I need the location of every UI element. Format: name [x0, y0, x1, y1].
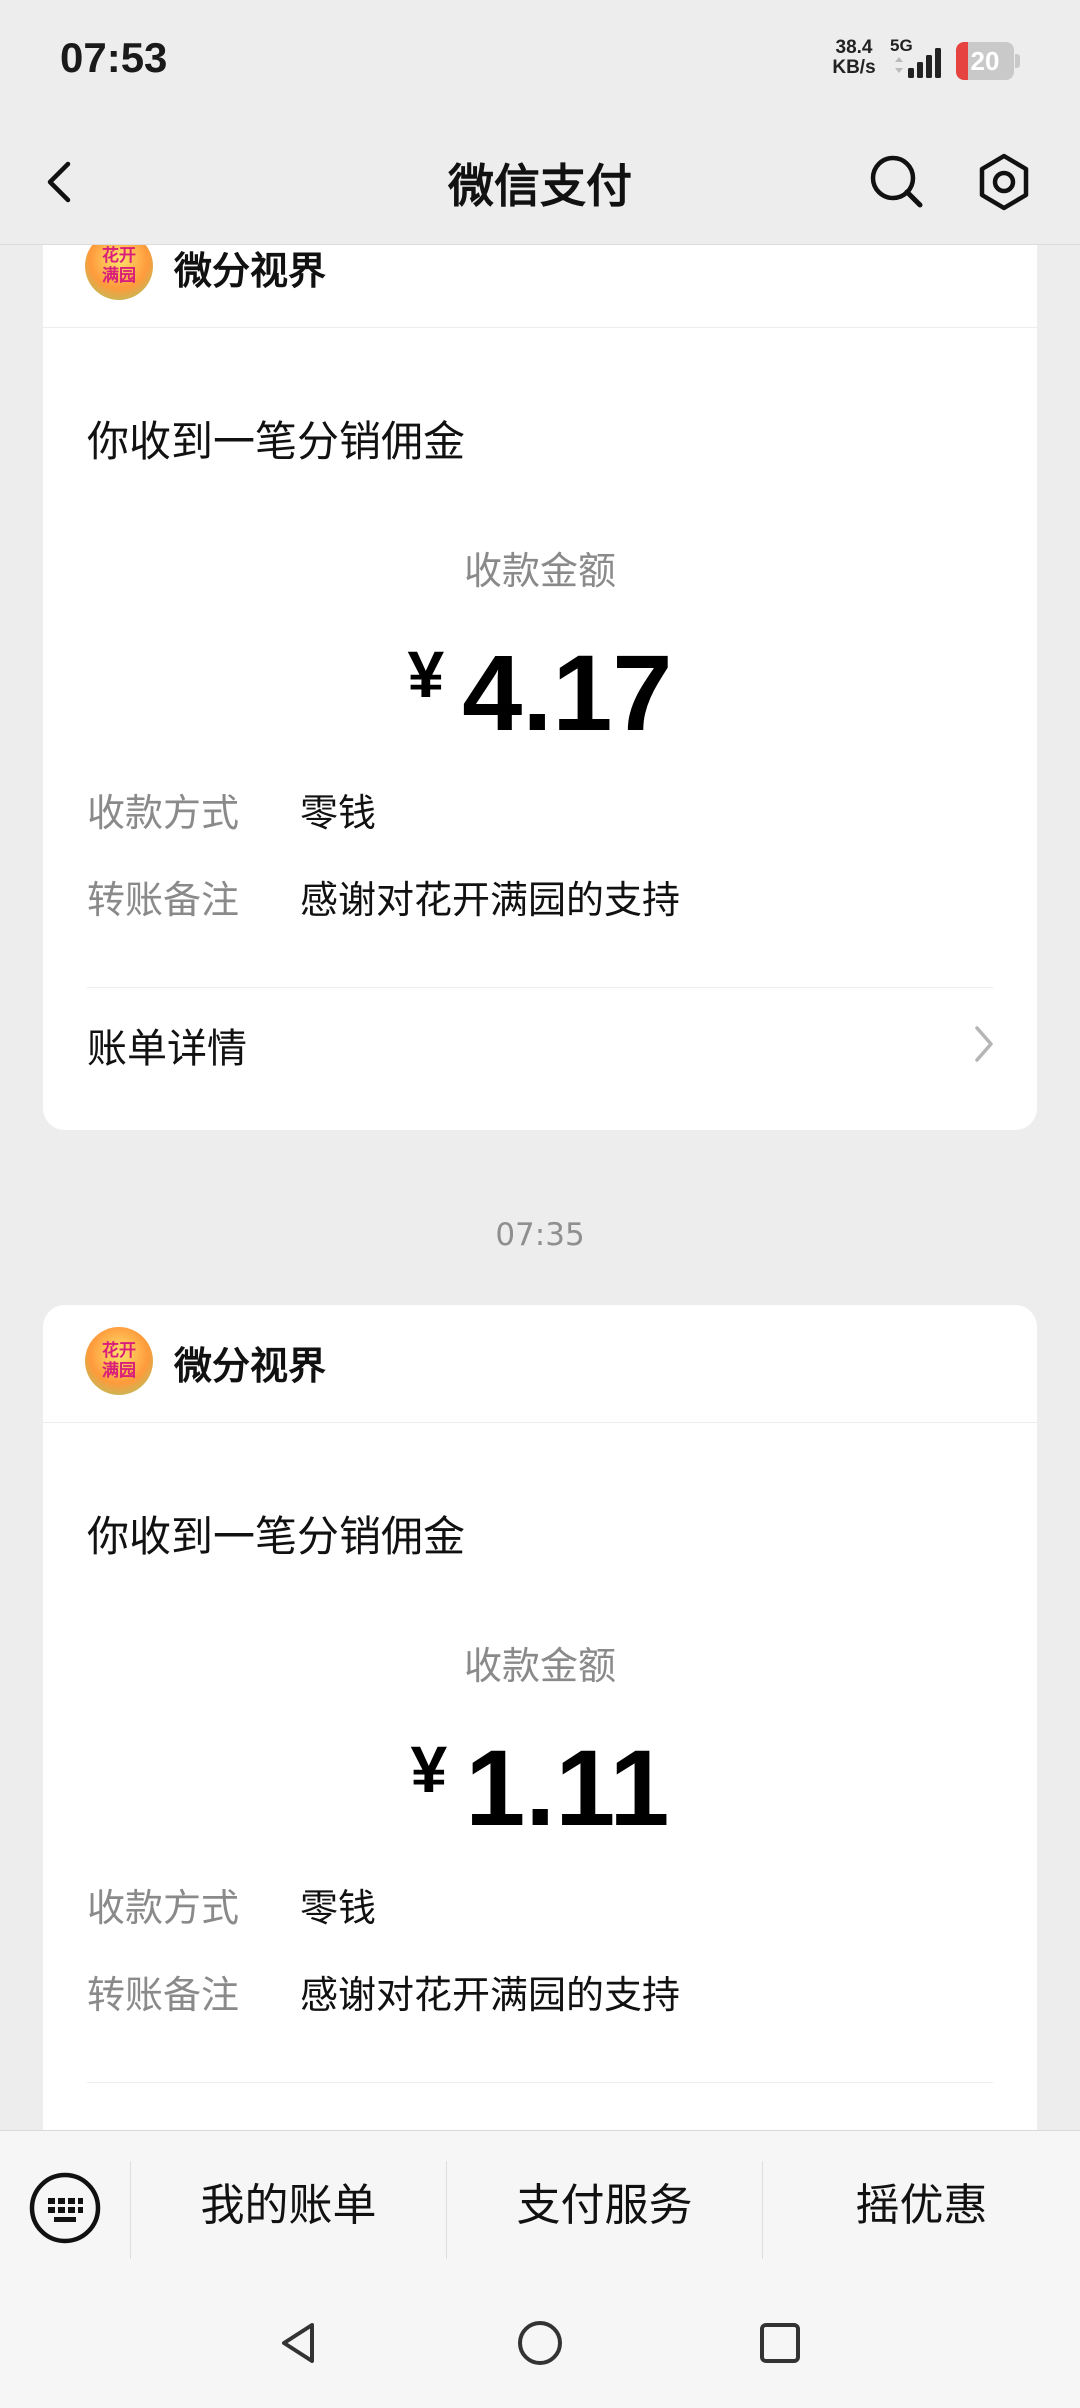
message-timestamp: 07:35	[495, 1217, 585, 1253]
remark-value: 感谢对花开满园的支持	[300, 878, 681, 922]
card-header[interactable]: 花开满园 微分视界	[43, 245, 1037, 328]
amount: ¥1.11	[43, 1725, 1037, 1850]
status-time: 07:53	[60, 34, 168, 81]
payment-method-label: 收款方式	[87, 1886, 240, 1930]
merchant-logo-text: 花开满园	[102, 246, 136, 286]
battery-icon: 20	[956, 42, 1020, 80]
payment-notification-card: 花开满园 微分视界 你收到一笔分销佣金 收款金额 ¥1.11 收款方式 零钱 转…	[43, 1305, 1037, 2130]
battery-level: 20	[970, 46, 1000, 76]
status-bar: 07:53 38.4 KB/s 5G 20	[0, 0, 1080, 120]
remark-label: 转账备注	[87, 1973, 240, 2017]
message-list[interactable]: 花开满园 微分视界 你收到一笔分销佣金 收款金额 ¥4.17 收款方式 零钱 转…	[0, 245, 1080, 2130]
payment-method-value: 零钱	[300, 1886, 377, 1930]
menu-item-shake-discounts[interactable]: 摇优惠	[763, 2131, 1080, 2281]
home-circle-icon[interactable]	[512, 2315, 568, 2371]
nav-bar: 微信支付	[0, 120, 1080, 245]
chevron-right-icon	[973, 1024, 995, 1064]
amount-value: 1.11	[465, 1727, 670, 1848]
merchant-name: 微分视界	[174, 249, 327, 293]
merchant-name: 微分视界	[174, 1344, 327, 1388]
keyboard-icon[interactable]	[28, 2171, 102, 2245]
card-header[interactable]: 花开满园 微分视界	[43, 1305, 1037, 1423]
back-triangle-icon[interactable]	[272, 2315, 328, 2371]
remark-label: 转账备注	[87, 878, 240, 922]
system-navigation-bar	[0, 2281, 1080, 2408]
payment-notification-card: 花开满园 微分视界 你收到一笔分销佣金 收款金额 ¥4.17 收款方式 零钱 转…	[43, 245, 1037, 1130]
network-speed: 38.4 KB/s	[826, 38, 882, 78]
merchant-logo: 花开满园	[85, 1327, 153, 1395]
bill-details-link[interactable]: 账单详情	[43, 988, 1037, 1096]
merchant-logo-text: 花开满园	[102, 1341, 136, 1381]
settings-icon[interactable]	[972, 150, 1036, 214]
amount-label: 收款金额	[463, 549, 616, 593]
menu-item-payment-services[interactable]: 支付服务	[447, 2131, 762, 2281]
bill-details-label: 账单详情	[87, 1026, 247, 1072]
merchant-logo: 花开满园	[85, 245, 153, 300]
network-speed-value: 38.4	[835, 37, 873, 58]
amount: ¥4.17	[43, 630, 1037, 755]
amount-value: 4.17	[462, 632, 673, 753]
payment-method-label: 收款方式	[87, 791, 240, 835]
notification-title: 你收到一笔分销佣金	[87, 417, 466, 466]
currency-symbol: ¥	[407, 637, 445, 711]
payment-method-value: 零钱	[300, 791, 377, 835]
network-speed-unit: KB/s	[832, 57, 876, 78]
search-icon[interactable]	[866, 150, 926, 214]
signal-icon: 5G	[890, 36, 950, 82]
currency-symbol: ¥	[410, 1732, 448, 1806]
menu-item-my-bills[interactable]: 我的账单	[131, 2131, 446, 2281]
notification-title: 你收到一笔分销佣金	[87, 1512, 466, 1561]
amount-label: 收款金额	[463, 1644, 616, 1688]
bottom-menu: 我的账单 支付服务 摇优惠	[0, 2130, 1080, 2281]
recents-square-icon[interactable]	[752, 2315, 808, 2371]
divider	[87, 2082, 993, 2083]
remark-value: 感谢对花开满园的支持	[300, 1973, 681, 2017]
